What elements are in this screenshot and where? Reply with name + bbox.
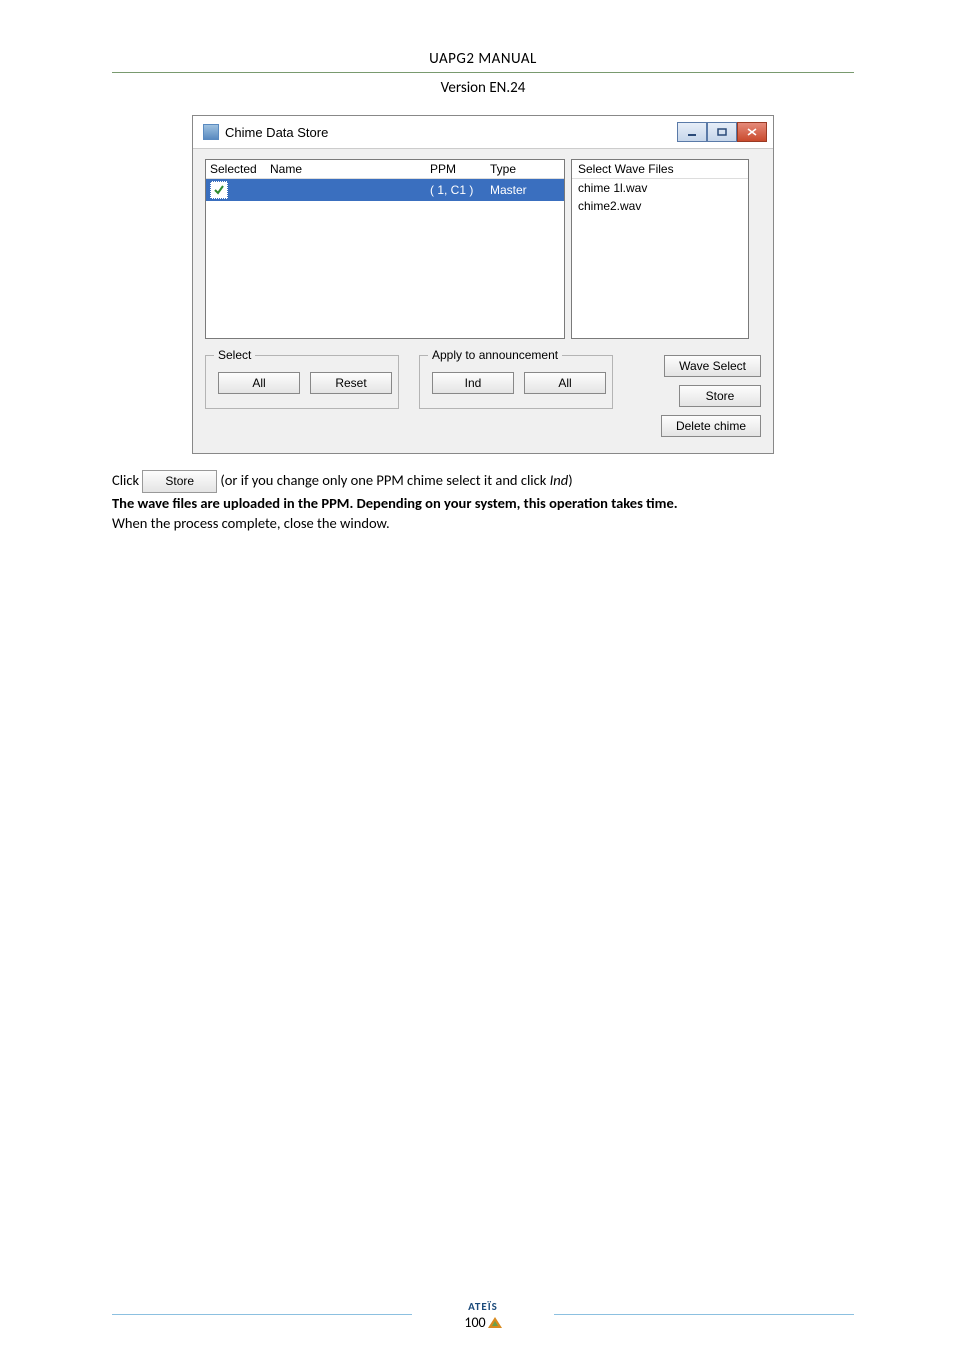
inline-store-button: Store: [142, 470, 217, 493]
dialog-titlebar: Chime Data Store: [193, 116, 773, 149]
maximize-button[interactable]: [707, 122, 737, 142]
row-ppm: ( 1, C1 ): [430, 183, 490, 197]
close-button[interactable]: [737, 122, 767, 142]
text-bold-line: The wave files are uploaded in the PPM. …: [112, 494, 678, 512]
row-type: Master: [490, 183, 560, 197]
apply-all-button[interactable]: All: [524, 372, 606, 394]
ppm-row[interactable]: ( 1, C1 ) Master: [206, 179, 564, 201]
instruction-text: Click Store (or if you change only one P…: [112, 470, 854, 534]
page-header-title: UAPG2 MANUAL: [112, 50, 854, 73]
footer-rule-right: [554, 1314, 854, 1317]
document-page: UAPG2 MANUAL Version EN.24 Chime Data St…: [0, 0, 954, 1351]
wave-item[interactable]: chime2.wav: [572, 197, 748, 215]
text-ind: Ind: [550, 471, 569, 489]
select-group-title: Select: [214, 348, 255, 362]
side-actions: Wave Select Store Delete chime: [661, 355, 761, 437]
minimize-icon: [687, 128, 697, 136]
page-number: 100: [464, 1314, 501, 1331]
dialog-chime-data-store: Chime Data Store Selected Name: [192, 115, 774, 454]
select-reset-button[interactable]: Reset: [310, 372, 392, 394]
triangle-icon: [488, 1317, 502, 1328]
col-name: Name: [270, 162, 430, 176]
close-icon: [747, 128, 757, 136]
row-checkbox-cell[interactable]: [210, 181, 270, 199]
wave-files-list[interactable]: Select Wave Files chime 1l.wav chime2.wa…: [571, 159, 749, 339]
text-after-store: (or if you change only one PPM chime sel…: [220, 471, 549, 489]
text-final-line: When the process complete, close the win…: [112, 514, 390, 532]
app-icon: [203, 124, 219, 140]
page-footer: ATEÏS 100: [112, 1300, 854, 1331]
minimize-button[interactable]: [677, 122, 707, 142]
apply-group: Apply to announcement Ind All: [419, 355, 613, 409]
ppm-list-header: Selected Name PPM Type: [206, 160, 564, 179]
wave-list-header: Select Wave Files: [572, 160, 748, 179]
wave-item[interactable]: chime 1l.wav: [572, 179, 748, 197]
col-ppm: PPM: [430, 162, 490, 176]
dialog-title: Chime Data Store: [225, 125, 328, 140]
dialog-body: Selected Name PPM Type ( 1, C1 ): [193, 149, 773, 453]
apply-group-title: Apply to announcement: [428, 348, 562, 362]
page-number-value: 100: [464, 1314, 485, 1331]
delete-chime-button[interactable]: Delete chime: [661, 415, 761, 437]
footer-mid: ATEÏS 100: [423, 1300, 543, 1331]
store-button[interactable]: Store: [679, 385, 761, 407]
maximize-icon: [717, 128, 727, 136]
page-header-version: Version EN.24: [112, 79, 854, 97]
window-controls: [677, 122, 767, 142]
select-group: Select All Reset: [205, 355, 399, 409]
text-click: Click: [112, 471, 142, 489]
ppm-list[interactable]: Selected Name PPM Type ( 1, C1 ): [205, 159, 565, 339]
bottom-controls: Select All Reset Apply to announcement I…: [205, 355, 761, 437]
apply-ind-button[interactable]: Ind: [432, 372, 514, 394]
brand-logo: ATEÏS: [468, 1300, 498, 1313]
col-type: Type: [490, 162, 560, 176]
lists-row: Selected Name PPM Type ( 1, C1 ): [205, 159, 761, 339]
footer-rule-left: [112, 1314, 412, 1317]
footer-row: ATEÏS 100: [112, 1300, 854, 1331]
col-selected: Selected: [210, 162, 270, 176]
select-all-button[interactable]: All: [218, 372, 300, 394]
wave-select-button[interactable]: Wave Select: [664, 355, 761, 377]
checkbox-checked-icon: [210, 181, 228, 199]
text-paren: ): [568, 471, 572, 489]
select-buttons: All Reset: [218, 372, 386, 394]
titlebar-left: Chime Data Store: [203, 124, 328, 140]
apply-buttons: Ind All: [432, 372, 600, 394]
